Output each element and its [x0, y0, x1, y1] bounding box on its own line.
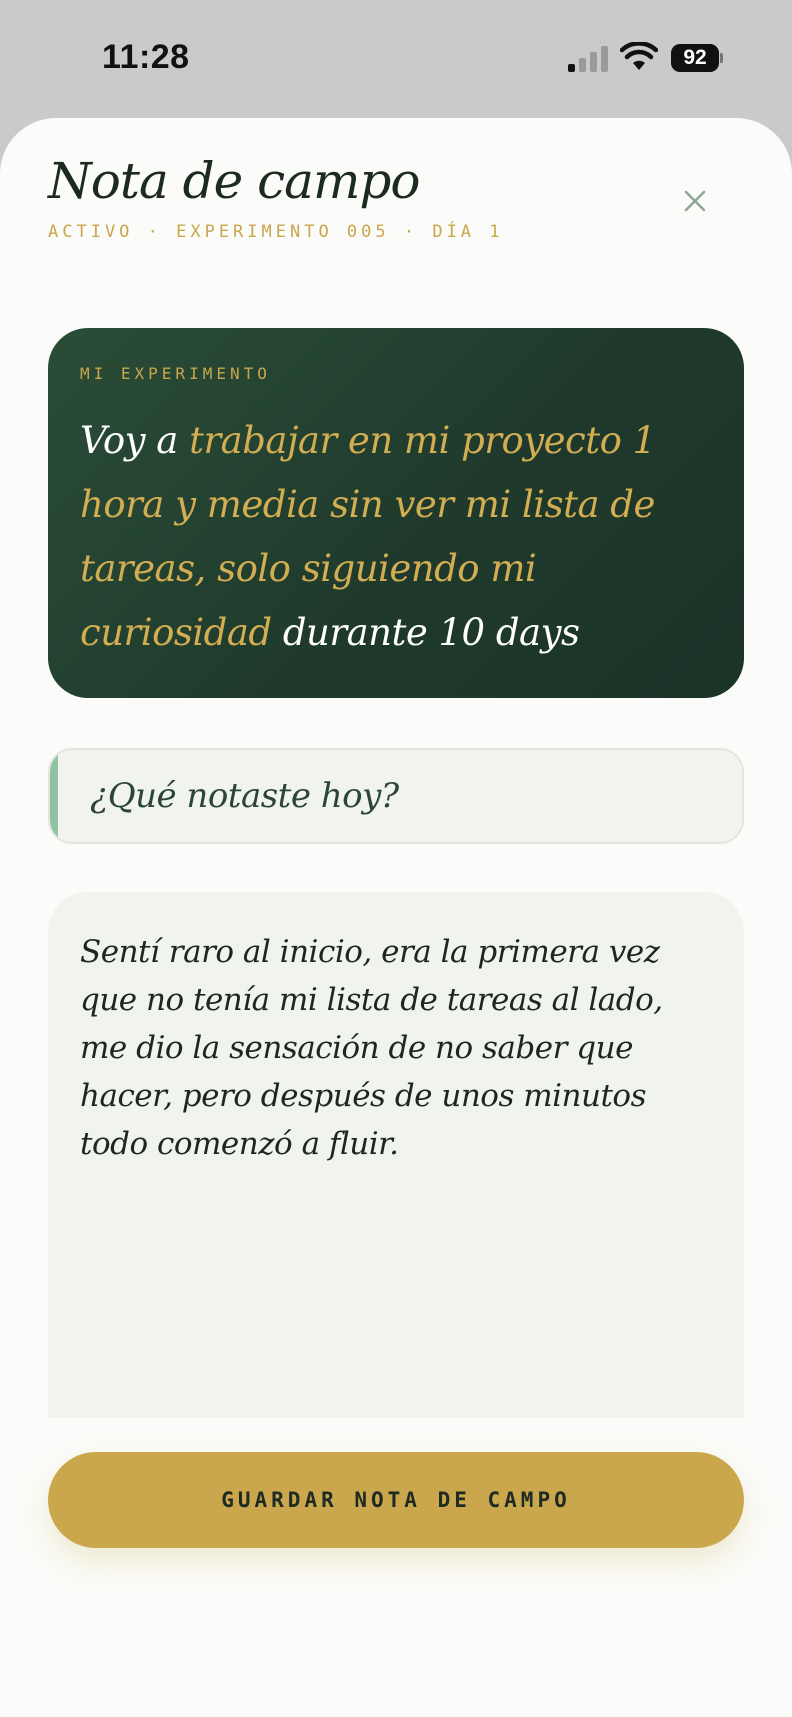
save-note-button[interactable]: GUARDAR NOTA DE CAMPO: [48, 1452, 744, 1548]
prompt-accent-bar: [50, 750, 58, 842]
prompt-box: ¿Qué notaste hoy?: [48, 748, 744, 844]
experiment-suffix: durante 10 days: [271, 611, 580, 654]
close-icon[interactable]: [676, 182, 714, 220]
note-textarea[interactable]: Sentí raro al inicio, era la primera vez…: [48, 892, 744, 1418]
cellular-signal-icon: [568, 44, 608, 72]
battery-level: 92: [671, 44, 719, 72]
battery-icon: 92: [671, 44, 723, 72]
experiment-prefix: Voy a: [80, 419, 190, 462]
wifi-icon: [620, 42, 658, 70]
page-title: Nota de campo: [48, 152, 420, 210]
experiment-card: MI EXPERIMENTO Voy a trabajar en mi proy…: [48, 328, 744, 698]
prompt-text: ¿Qué notaste hoy?: [90, 776, 399, 816]
experiment-label: MI EXPERIMENTO: [80, 364, 271, 383]
status-time: 11:28: [102, 38, 190, 76]
status-bar: 11:28 92: [0, 0, 792, 118]
field-note-sheet: Nota de campo ACTIVO · EXPERIMENTO 005 ·…: [0, 118, 792, 1717]
note-text[interactable]: Sentí raro al inicio, era la primera vez…: [80, 928, 712, 1168]
page-subtitle: ACTIVO · EXPERIMENTO 005 · DÍA 1: [48, 222, 504, 242]
experiment-statement: Voy a trabajar en mi proyecto 1 hora y m…: [80, 409, 712, 665]
